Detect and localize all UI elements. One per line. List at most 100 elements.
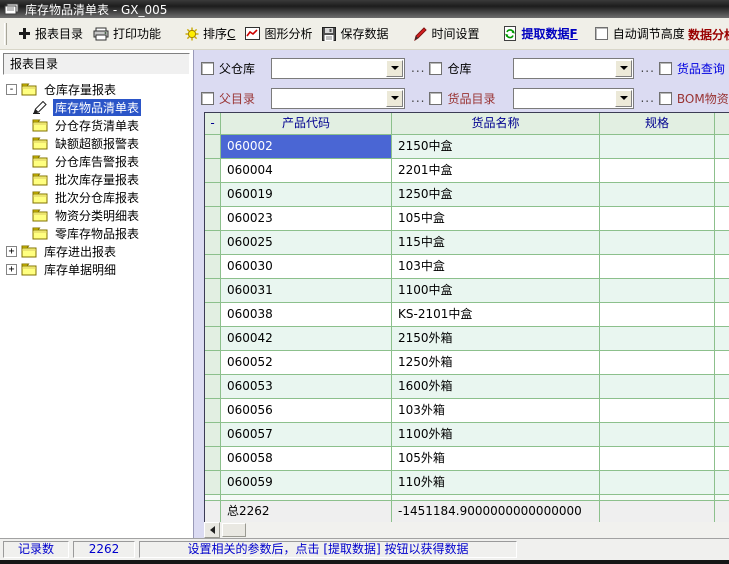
goods-catalog-checkbox[interactable] [429,92,442,105]
tree-leaf[interactable]: 分仓存货清单表 [0,116,193,134]
combo-dropdown-button[interactable] [386,60,403,77]
cell-goods-name[interactable]: 1250外箱 [392,351,600,375]
cell-spec[interactable] [600,399,715,423]
cell-product-code[interactable]: 060052 [221,351,392,375]
cell-goods-name[interactable]: 1100外箱 [392,423,600,447]
tree-leaf-label[interactable]: 批次库存量报表 [53,171,141,188]
tree-leaf-label[interactable]: 分仓库告警报表 [53,153,141,170]
cell-spec[interactable] [600,159,715,183]
save-data-button[interactable]: 保存数据 [317,22,393,45]
cell-goods-name[interactable]: 105外箱 [392,447,600,471]
cell-goods-name[interactable]: 110外箱 [392,471,600,495]
cell-goods-name[interactable]: 105中盒 [392,207,600,231]
expand-icon[interactable]: + [6,264,17,275]
toolbar-grip[interactable] [4,23,7,45]
cell-product-code[interactable]: 060059 [221,471,392,495]
tree-node-label[interactable]: 库存进出报表 [42,243,118,260]
cell-product-code[interactable]: 060056 [221,399,392,423]
tree-node[interactable]: - 仓库存量报表 [0,80,193,98]
parent-warehouse-combo[interactable] [271,58,405,79]
tree-leaf[interactable]: 物资分类明细表 [0,206,193,224]
cell-product-code[interactable]: 060002 [221,135,392,159]
expand-icon[interactable]: + [6,246,17,257]
tree-leaf-label[interactable]: 缺额超额报警表 [53,135,141,152]
tree-node[interactable]: +库存单据明细 [0,260,193,278]
scroll-left-button[interactable] [204,522,220,538]
cell-product-code[interactable]: 060053 [221,375,392,399]
column-header-spec[interactable]: 规格 [600,113,715,135]
tree-leaf[interactable]: 批次库存量报表 [0,170,193,188]
collapse-icon[interactable]: - [6,84,17,95]
cell-spec[interactable] [600,447,715,471]
combo-dropdown-button[interactable] [386,90,403,107]
cell-spec[interactable] [600,183,715,207]
cell-spec[interactable] [600,351,715,375]
auto-height-checkbox-group[interactable]: 自动调节高度 [591,22,689,45]
cell-spec[interactable] [600,423,715,447]
cell-spec[interactable] [600,135,715,159]
cell-goods-name[interactable]: 1600外箱 [392,375,600,399]
tree-leaf[interactable]: 缺额超额报警表 [0,134,193,152]
cell-spec[interactable] [600,375,715,399]
tree-leaf-label[interactable]: 物资分类明细表 [53,207,141,224]
tree-leaf-label[interactable]: 批次分仓库报表 [53,189,141,206]
tree-leaf-label[interactable]: 分仓存货清单表 [53,117,141,134]
tree-leaf[interactable]: 库存物品清单表 [0,98,193,116]
cell-product-code[interactable]: 060019 [221,183,392,207]
warehouse-more-button[interactable]: ... [640,61,654,75]
tree-leaf[interactable]: 分仓库告警报表 [0,152,193,170]
cell-spec[interactable] [600,255,715,279]
tree-leaf-label-selected[interactable]: 库存物品清单表 [53,99,141,116]
bom-checkbox[interactable] [659,92,672,105]
column-header-goods-name[interactable]: 货品名称 [392,113,600,135]
tree-node-label[interactable]: 仓库存量报表 [42,81,118,98]
goods-catalog-more-button[interactable]: ... [640,91,654,105]
cell-goods-name[interactable]: 1250中盒 [392,183,600,207]
cell-product-code[interactable]: 060058 [221,447,392,471]
parent-catalog-more-button[interactable]: ... [411,91,425,105]
cell-goods-name[interactable]: 1100中盒 [392,279,600,303]
cell-product-code[interactable]: 060031 [221,279,392,303]
cell-spec[interactable] [600,231,715,255]
parent-catalog-checkbox[interactable] [201,92,214,105]
tree-leaf-label[interactable]: 零库存物品报表 [53,225,141,242]
scrollbar-thumb[interactable] [222,523,246,537]
parent-warehouse-checkbox[interactable] [201,62,214,75]
cell-product-code[interactable]: 060057 [221,423,392,447]
goods-catalog-combo[interactable] [513,88,634,109]
cell-spec[interactable] [600,279,715,303]
auto-height-checkbox[interactable] [595,27,608,40]
cell-product-code[interactable]: 060038 [221,303,392,327]
cell-product-code[interactable]: 060030 [221,255,392,279]
combo-dropdown-button[interactable] [615,60,632,77]
column-header-product-code[interactable]: 产品代码 [221,113,392,135]
cell-goods-name[interactable]: 2150外箱 [392,327,600,351]
cell-spec[interactable] [600,471,715,495]
cell-goods-name[interactable]: 103中盒 [392,255,600,279]
tree-leaf[interactable]: 零库存物品报表 [0,224,193,242]
sort-button[interactable]: 排序C [180,22,240,45]
warehouse-checkbox[interactable] [429,62,442,75]
cell-product-code[interactable]: 060042 [221,327,392,351]
cell-goods-name[interactable]: KS-2101中盒 [392,303,600,327]
cell-goods-name[interactable]: 115中盒 [392,231,600,255]
warehouse-combo[interactable] [513,58,634,79]
parent-warehouse-more-button[interactable]: ... [411,61,425,75]
graph-analysis-button[interactable]: 图形分析 [240,22,317,45]
report-directory-button[interactable]: 报表目录 [13,22,88,45]
time-settings-button[interactable]: 时间设置 [407,22,484,45]
cell-goods-name[interactable]: 103外箱 [392,399,600,423]
cell-goods-name[interactable]: 2201中盒 [392,159,600,183]
tree-leaf[interactable]: 批次分仓库报表 [0,188,193,206]
cell-product-code[interactable]: 060025 [221,231,392,255]
cell-spec[interactable] [600,207,715,231]
cell-spec[interactable] [600,303,715,327]
goods-query-label[interactable]: 货品查询 [677,60,725,77]
horizontal-scrollbar[interactable] [204,522,729,538]
print-button[interactable]: 打印功能 [88,22,166,45]
combo-dropdown-button[interactable] [615,90,632,107]
cell-spec[interactable] [600,327,715,351]
data-analysis-label[interactable]: 数据分析 [688,26,729,43]
cell-goods-name[interactable]: 2150中盒 [392,135,600,159]
parent-catalog-combo[interactable] [271,88,405,109]
